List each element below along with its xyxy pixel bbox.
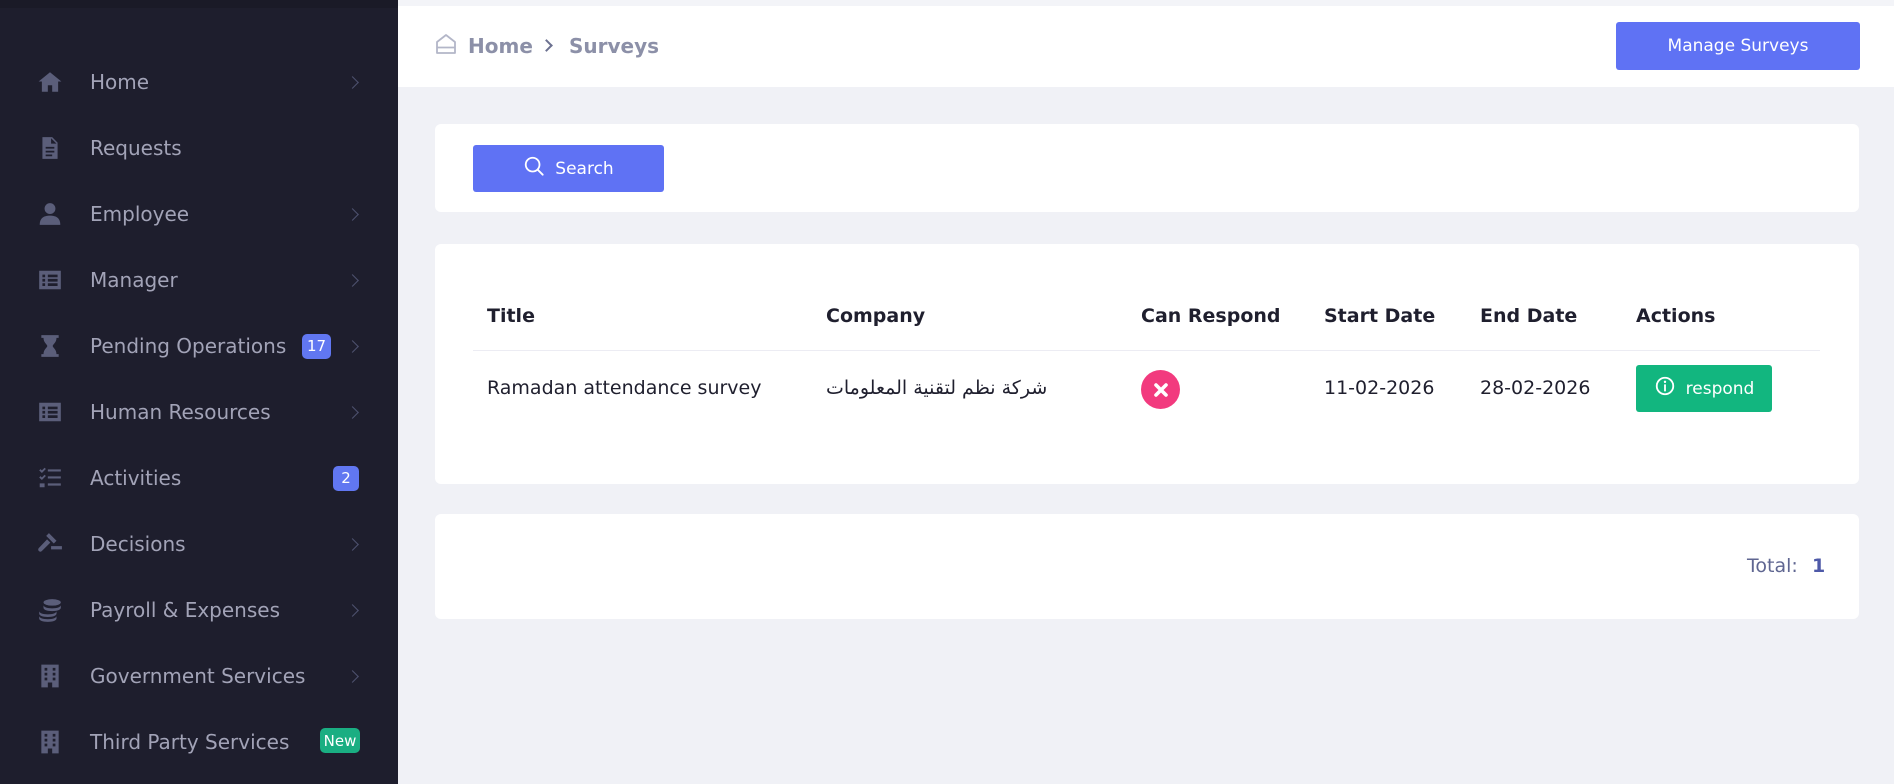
column-header-can-respond: Can Respond	[1141, 305, 1281, 327]
column-header-end-date: End Date	[1480, 305, 1578, 327]
chevron-right-icon	[540, 39, 553, 52]
sidebar-item-label: Manager	[90, 268, 178, 292]
respond-button[interactable]: respond	[1636, 365, 1772, 412]
column-header-actions: Actions	[1636, 305, 1716, 327]
total-label: Total:	[1747, 555, 1798, 577]
coins-icon	[36, 596, 64, 624]
sidebar-item-label: Pending Operations	[90, 334, 287, 358]
surveys-table: Title Company Can Respond Start Date End…	[435, 244, 1859, 484]
sidebar-item-pending-operations[interactable]: Pending Operations 17	[0, 313, 398, 379]
sidebar-item-label: Activities	[90, 466, 182, 490]
sidebar-item-decisions[interactable]: Decisions	[0, 511, 398, 577]
cell-start-date: 11-02-2026	[1324, 377, 1435, 399]
sidebar-item-label: Home	[90, 70, 150, 94]
chevron-right-icon	[346, 273, 359, 287]
sidebar-item-label: Payroll & Expenses	[90, 598, 280, 622]
cell-company: شركة نظم لتقنية المعلومات	[826, 377, 1048, 399]
sidebar-item-label: Third Party Services	[90, 730, 290, 754]
sidebar-item-label: Decisions	[90, 532, 186, 556]
chevron-right-icon	[346, 603, 359, 617]
breadcrumb-current: Surveys	[569, 34, 660, 58]
sidebar-nav: Home Requests Employee Manager Pending O…	[0, 8, 398, 775]
sidebar-item-requests[interactable]: Requests	[0, 115, 398, 181]
cell-title: Ramadan attendance survey	[487, 377, 762, 399]
home-icon	[36, 68, 64, 96]
building-icon	[36, 728, 64, 756]
chevron-right-icon	[346, 207, 359, 221]
sidebar-item-government-services[interactable]: Government Services	[0, 643, 398, 709]
sidebar-item-label: Government Services	[90, 664, 306, 688]
gavel-icon	[36, 530, 64, 558]
sidebar-item-human-resources[interactable]: Human Resources	[0, 379, 398, 445]
home-outline-icon[interactable]	[434, 32, 458, 56]
list-icon	[36, 398, 64, 426]
chevron-right-icon	[346, 669, 359, 683]
search-card: Search	[435, 124, 1859, 212]
sidebar-item-label: Requests	[90, 136, 182, 160]
new-badge: New	[320, 728, 360, 753]
cannot-respond-icon	[1141, 370, 1180, 409]
pagination-card: Total: 1	[435, 514, 1859, 619]
column-header-start-date: Start Date	[1324, 305, 1436, 327]
count-badge: 2	[333, 465, 359, 491]
respond-button-label: respond	[1685, 378, 1755, 399]
sidebar: Home Requests Employee Manager Pending O…	[0, 0, 398, 784]
sidebar-item-employee[interactable]: Employee	[0, 181, 398, 247]
checklist-icon	[36, 464, 64, 492]
chevron-right-icon	[346, 537, 359, 551]
sidebar-item-manager[interactable]: Manager	[0, 247, 398, 313]
chevron-right-icon	[346, 339, 359, 353]
info-icon	[1654, 375, 1676, 402]
header-divider	[473, 350, 1820, 351]
sidebar-item-home[interactable]: Home	[0, 49, 398, 115]
sidebar-item-payroll-expenses[interactable]: Payroll & Expenses	[0, 577, 398, 643]
total-count: 1	[1812, 555, 1826, 577]
building-icon	[36, 662, 64, 690]
hourglass-icon	[36, 332, 64, 360]
count-badge: 17	[302, 333, 331, 359]
search-icon	[523, 155, 545, 182]
list-icon	[36, 266, 64, 294]
cell-end-date: 28-02-2026	[1480, 377, 1591, 399]
top-header: Home Surveys Manage Surveys	[398, 0, 1894, 87]
chevron-right-icon	[346, 405, 359, 419]
sidebar-item-label: Employee	[90, 202, 190, 226]
column-header-title: Title	[487, 305, 535, 327]
breadcrumb-home[interactable]: Home	[468, 34, 533, 58]
manage-surveys-button[interactable]: Manage Surveys	[1616, 22, 1860, 70]
user-icon	[36, 200, 64, 228]
sidebar-item-third-party-services[interactable]: Third Party Services New	[0, 709, 398, 775]
search-button[interactable]: Search	[473, 145, 664, 192]
chevron-right-icon	[346, 75, 359, 89]
column-header-company: Company	[826, 305, 926, 327]
sidebar-item-activities[interactable]: Activities 2	[0, 445, 398, 511]
sidebar-item-label: Human Resources	[90, 400, 271, 424]
document-icon	[36, 134, 64, 162]
search-button-label: Search	[555, 158, 614, 179]
sidebar-top-strip	[0, 0, 398, 8]
